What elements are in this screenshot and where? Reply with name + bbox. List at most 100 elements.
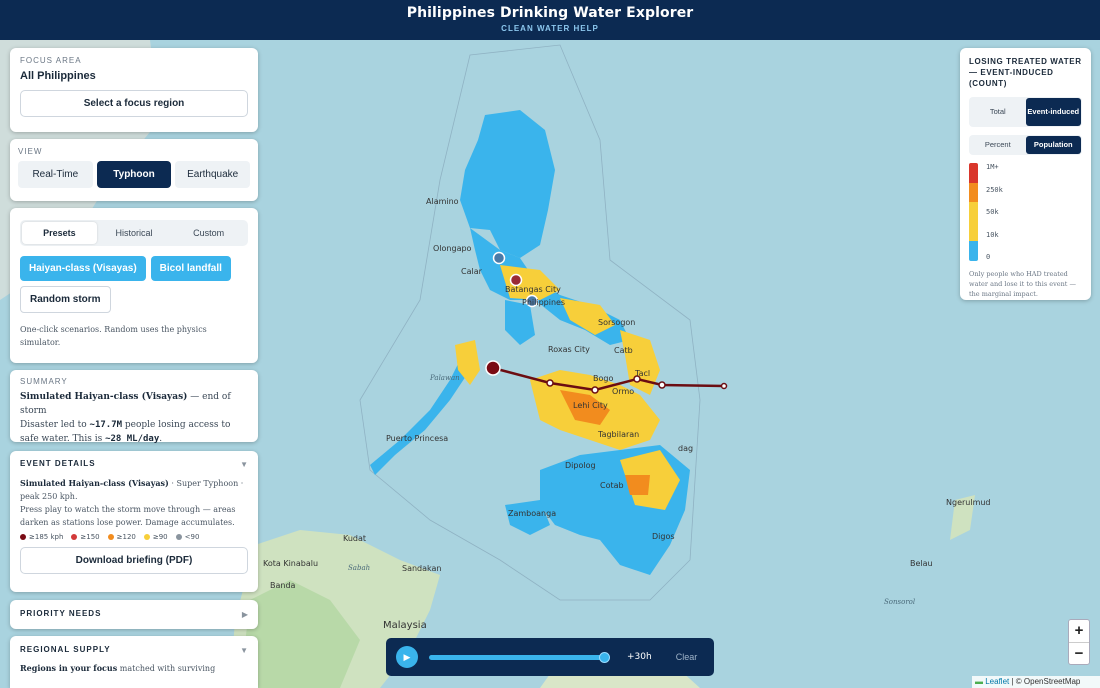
wind-120-dot-icon	[107, 534, 114, 540]
legend-title: LOSING TREATED WATER — EVENT-INDUCED (CO…	[969, 57, 1082, 88]
wind-legend-label: ≥185 kph	[29, 533, 64, 541]
wind-legend-item: ≥120	[107, 533, 136, 541]
legend-tick: 0	[986, 253, 991, 261]
preset-random-storm-button[interactable]: Random storm	[20, 286, 111, 313]
ramp-swatch	[969, 182, 978, 203]
map-label-digos: Digos	[652, 532, 675, 541]
select-focus-region-button[interactable]: Select a focus region	[20, 90, 248, 117]
legend-color-bar	[969, 163, 978, 261]
wind-legend-item: ≥185 kph	[20, 533, 63, 541]
preset-bicol-button[interactable]: Bicol landfall	[150, 256, 231, 281]
map-label-lehi: Lehi City	[573, 401, 608, 410]
legend-note: Only people who HAD treated water and lo…	[969, 270, 1076, 298]
map-label-tagbilaran: Tagbilaran	[597, 430, 639, 439]
event-desc2: Press play to watch the storm move throu…	[20, 505, 236, 527]
tab-presets[interactable]: Presets	[22, 222, 97, 244]
wind-legend: ≥185 kph ≥150 ≥120 ≥90 <90	[20, 533, 248, 541]
legend-percent-button[interactable]: Percent	[970, 136, 1026, 154]
legend-tick: 1M+	[986, 163, 999, 171]
leaflet-flag-icon: ▬	[975, 677, 983, 686]
preset-list: Haiyan-class (Visayas) Bicol landfall Ra…	[20, 256, 248, 313]
event-details-chevron-icon[interactable]: ▼	[240, 460, 248, 469]
timeline-slider-handle[interactable]	[599, 651, 610, 663]
map-label-puerto: Puerto Princesa	[386, 434, 448, 443]
app-header: Philippines Drinking Water Explorer CLEA…	[0, 0, 1100, 40]
leaflet-link[interactable]: Leaflet	[985, 677, 1009, 686]
view-real-time-button[interactable]: Real-Time	[18, 161, 93, 188]
view-label: VIEW	[18, 147, 43, 156]
download-briefing-button[interactable]: Download briefing (PDF)	[20, 547, 248, 574]
map-label-zamboanga: Zamboanga	[508, 509, 556, 518]
map-label-alaminos: Alamino	[426, 197, 459, 206]
regional-supply-text: Regions in your focus matched with survi…	[20, 663, 248, 673]
zoom-control: + −	[1068, 619, 1090, 665]
preset-haiyan-button[interactable]: Haiyan-class (Visayas)	[20, 256, 146, 281]
view-panel: VIEW Real-Time Typhoon Earthquake	[10, 139, 258, 201]
map-label-ormoc: Ormo	[612, 387, 634, 396]
summary-panel: SUMMARY Simulated Haiyan-class (Visayas)…	[10, 370, 258, 444]
map-label-sabah: Sabah	[348, 564, 370, 572]
summary-volume: ~28 ML/day	[105, 434, 160, 444]
wind-185-dot-icon	[20, 534, 26, 540]
zoom-out-button[interactable]: −	[1069, 642, 1089, 664]
wind-legend-label: ≥150	[80, 533, 100, 541]
play-button[interactable]: ▶	[396, 646, 418, 668]
ramp-swatch	[969, 163, 978, 183]
legend-unit-switch: Percent Population	[969, 135, 1082, 155]
summary-people-count: ~17.7M	[89, 420, 123, 430]
ramp-swatch	[969, 202, 978, 222]
tab-custom[interactable]: Custom	[171, 222, 246, 244]
priority-chevron-right-icon[interactable]: ▶	[242, 610, 248, 619]
legend-total-button[interactable]: Total	[970, 98, 1026, 126]
timeline-slider[interactable]	[429, 651, 610, 663]
scenario-panel: Presets Historical Custom Haiyan-class (…	[10, 208, 258, 363]
app-title: Philippines Drinking Water Explorer	[406, 5, 694, 21]
map-label-sorsogon: Sorsogon	[598, 318, 635, 327]
map-label-bandar: Banda	[270, 581, 296, 590]
priority-needs-header[interactable]: PRIORITY NEEDS	[20, 609, 248, 618]
event-name: Simulated Haiyan-class (Visayas)	[20, 478, 169, 488]
priority-needs-panel[interactable]: PRIORITY NEEDS ▶	[10, 600, 258, 629]
map-label-roxas: Roxas City	[548, 345, 590, 354]
presets-note: One-click scenarios. Random uses the phy…	[20, 325, 207, 347]
focus-area-panel: FOCUS AREA All Philippines Select a focu…	[10, 48, 258, 132]
wind-legend-label: ≥90	[152, 533, 168, 541]
app-subtitle[interactable]: CLEAN WATER HELP	[0, 24, 1100, 33]
map-label-tacloban: Tacl	[634, 369, 650, 378]
wind-90-dot-icon	[143, 534, 150, 540]
map-label-olongapo: Olongapo	[433, 244, 472, 253]
regional-supply-header[interactable]: REGIONAL SUPPLY	[20, 645, 248, 654]
ramp-swatch	[969, 221, 978, 242]
view-typhoon-button[interactable]: Typhoon	[96, 161, 172, 188]
map-label-sandakan: Sandakan	[402, 564, 442, 573]
timeline-clear-button[interactable]: Clear	[676, 652, 698, 662]
summary-line3-post: .	[159, 434, 163, 444]
zoom-in-button[interactable]: +	[1069, 620, 1089, 642]
wind-legend-item: ≥150	[71, 533, 100, 541]
map-label-belau: Belau	[910, 559, 933, 568]
tab-historical[interactable]: Historical	[97, 222, 172, 244]
map-label-malaysia: Malaysia	[383, 620, 427, 631]
event-details-panel: EVENT DETAILS ▼ Simulated Haiyan-class (…	[10, 451, 258, 592]
map-label-ngerulmud: Ngerulmud	[946, 498, 991, 507]
wind-legend-label: ≥120	[116, 533, 136, 541]
summary-text: Simulated Haiyan-class (Visayas) — end o…	[20, 390, 248, 446]
map-label-batangas: Batangas City	[505, 285, 561, 294]
regional-lead: Regions in your focus	[20, 663, 118, 673]
legend-tick: 10k	[986, 230, 999, 239]
timeline-time-label: +30h	[627, 652, 652, 662]
regional-rest: matched with surviving	[117, 664, 216, 673]
map-label-dag: dag	[678, 444, 693, 453]
legend-event-induced-button[interactable]: Event-induced	[1025, 98, 1081, 126]
legend-population-button[interactable]: Population	[1025, 136, 1081, 154]
legend-tick: 50k	[986, 208, 999, 216]
event-details-header[interactable]: EVENT DETAILS	[20, 459, 248, 468]
map-label-kudat: Kudat	[343, 534, 366, 543]
summary-label: SUMMARY	[20, 377, 68, 386]
wind-150-dot-icon	[71, 534, 78, 540]
play-icon: ▶	[403, 651, 411, 662]
scenario-tabs: Presets Historical Custom	[20, 220, 248, 246]
view-earthquake-button[interactable]: Earthquake	[175, 161, 251, 188]
map-label-palawan: Palawan	[429, 374, 460, 382]
regional-chevron-down-icon[interactable]: ▼	[240, 646, 248, 655]
